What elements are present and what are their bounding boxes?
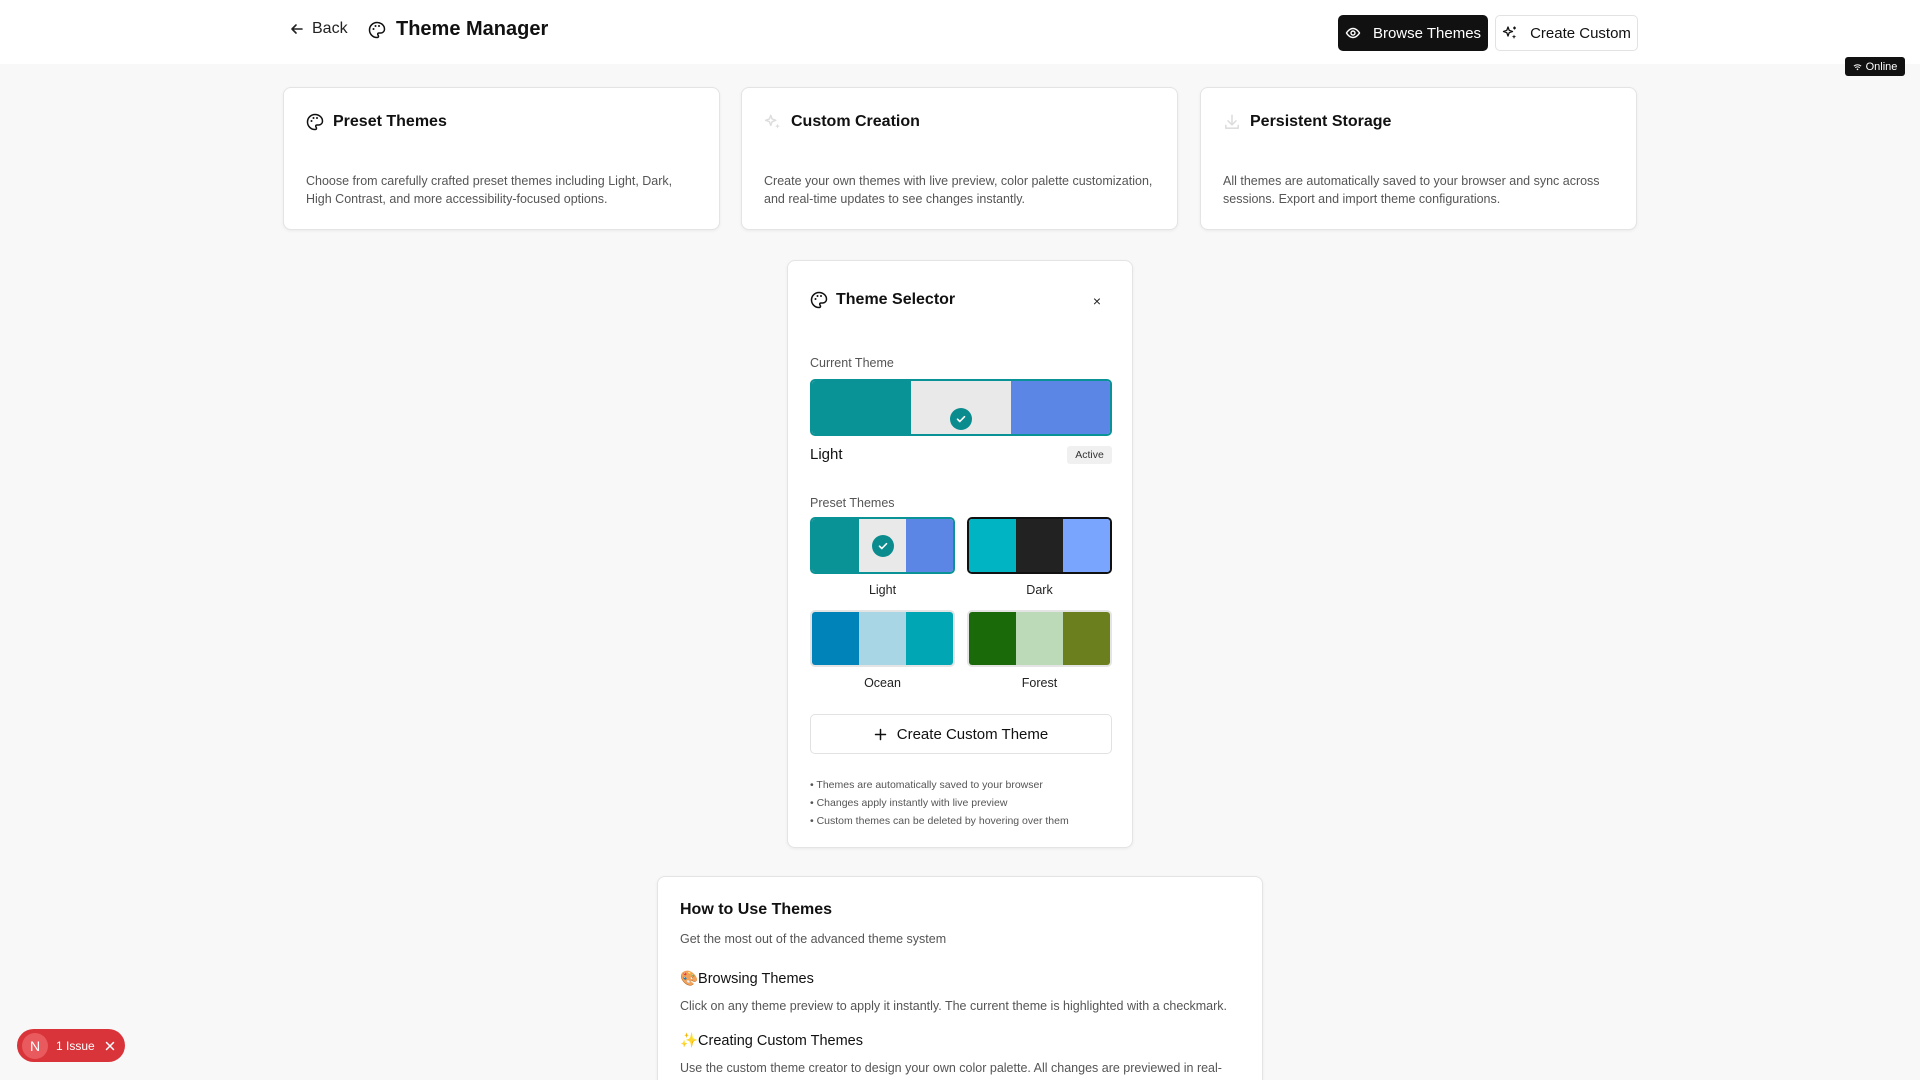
- theme-preview-forest[interactable]: [967, 610, 1112, 667]
- feature-title-text: Persistent Storage: [1250, 113, 1392, 130]
- browse-themes-button[interactable]: Browse Themes: [1338, 15, 1488, 51]
- feature-card-preset-themes: Preset Themes Choose from carefully craf…: [283, 87, 720, 230]
- color-swatch: [1016, 612, 1063, 665]
- create-custom-label: Create Custom: [1530, 24, 1631, 42]
- theme-selector-title: Theme Selector: [810, 291, 955, 309]
- color-swatch: [969, 612, 1016, 665]
- page-title: Theme Manager: [368, 18, 548, 41]
- theme-name-dark: Dark: [1026, 583, 1053, 597]
- color-swatch: [906, 519, 953, 572]
- theme-preview-dark[interactable]: [967, 517, 1112, 574]
- color-swatch: [1063, 612, 1110, 665]
- color-swatch: [1010, 381, 1110, 434]
- issue-badge[interactable]: N 1 Issue: [17, 1029, 125, 1062]
- how-to-title: How to Use Themes: [680, 901, 833, 918]
- selector-notes: • Themes are automatically saved to your…: [810, 776, 1069, 830]
- note-item: • Custom themes can be deleted by hoveri…: [810, 815, 1069, 827]
- feature-title: Preset Themes: [306, 113, 447, 131]
- feature-card-persistent-storage: Persistent Storage All themes are automa…: [1200, 87, 1637, 230]
- theme-name-ocean: Ocean: [864, 676, 901, 690]
- create-custom-theme-label: Create Custom Theme: [896, 725, 1049, 743]
- color-swatch: [969, 519, 1016, 572]
- issue-avatar: N: [22, 1032, 48, 1059]
- close-icon[interactable]: [105, 1041, 115, 1051]
- create-custom-button[interactable]: Create Custom: [1495, 15, 1638, 51]
- palette-icon: [810, 291, 828, 309]
- issue-label: 1 Issue: [56, 1038, 95, 1053]
- color-swatch: [1016, 519, 1063, 572]
- feature-title-text: Preset Themes: [333, 113, 447, 130]
- online-label: Online: [1865, 60, 1898, 73]
- wifi-icon: [1853, 63, 1862, 71]
- plus-icon: [874, 728, 887, 741]
- arrow-left-icon: [290, 22, 304, 36]
- how-to-subtitle: Get the most out of the advanced theme s…: [680, 932, 947, 946]
- palette-icon: [306, 113, 324, 131]
- color-swatch: [1063, 519, 1110, 572]
- color-swatch: [812, 381, 912, 434]
- section-text-browsing: Click on any theme preview to apply it i…: [680, 999, 1228, 1013]
- online-status-badge: Online: [1845, 57, 1905, 76]
- checkmark-icon: [871, 534, 894, 557]
- feature-description: Create your own themes with live preview…: [764, 174, 1153, 206]
- color-swatch: [812, 612, 859, 665]
- section-title-creating: ✨Creating Custom Themes: [680, 1033, 863, 1049]
- note-item: • Themes are automatically saved to your…: [810, 779, 1043, 791]
- palette-icon: [368, 21, 386, 39]
- close-button[interactable]: ×: [1088, 292, 1106, 310]
- note-item: • Changes apply instantly with live prev…: [810, 797, 1008, 809]
- feature-title-text: Custom Creation: [791, 113, 920, 130]
- checkmark-icon: [949, 408, 972, 430]
- browse-themes-label: Browse Themes: [1372, 24, 1482, 42]
- feature-description: All themes are automatically saved to yo…: [1223, 174, 1600, 206]
- current-theme-label: Current Theme: [810, 356, 894, 370]
- preset-themes-label: Preset Themes: [810, 496, 895, 510]
- download-icon: [1223, 113, 1241, 131]
- section-title-browsing: 🎨Browsing Themes: [680, 971, 814, 987]
- color-swatch: [812, 519, 859, 572]
- theme-selector-panel: Theme Selector × Current Theme Light Act…: [787, 260, 1133, 848]
- create-custom-theme-button[interactable]: Create Custom Theme: [810, 714, 1112, 754]
- active-badge: Active: [1067, 446, 1112, 464]
- eye-icon: [1345, 25, 1361, 41]
- theme-name-forest: Forest: [1021, 676, 1058, 690]
- sparkles-icon: [1502, 25, 1518, 41]
- theme-name-light: Light: [868, 583, 897, 597]
- theme-preview-light[interactable]: [810, 517, 955, 574]
- back-button[interactable]: Back: [290, 20, 348, 38]
- top-header: Back Theme Manager Browse Themes Create …: [0, 0, 1920, 64]
- color-swatch: [911, 381, 1011, 434]
- section-text-creating: Use the custom theme creator to design y…: [680, 1061, 1222, 1075]
- feature-description: Choose from carefully crafted preset the…: [306, 174, 673, 206]
- feature-title: Custom Creation: [764, 113, 920, 131]
- color-swatch: [859, 612, 906, 665]
- current-theme-name: Light: [810, 446, 843, 463]
- color-swatch: [906, 612, 953, 665]
- theme-preview-ocean[interactable]: [810, 610, 955, 667]
- current-theme-preview[interactable]: [810, 379, 1112, 436]
- theme-selector-title-text: Theme Selector: [836, 291, 956, 308]
- feature-title: Persistent Storage: [1223, 113, 1391, 131]
- back-label: Back: [312, 20, 348, 37]
- how-to-card: How to Use Themes Get the most out of th…: [657, 876, 1263, 1080]
- page-title-text: Theme Manager: [396, 18, 549, 40]
- feature-card-custom-creation: Custom Creation Create your own themes w…: [741, 87, 1178, 230]
- sparkles-icon: [764, 113, 782, 131]
- color-swatch: [859, 519, 906, 572]
